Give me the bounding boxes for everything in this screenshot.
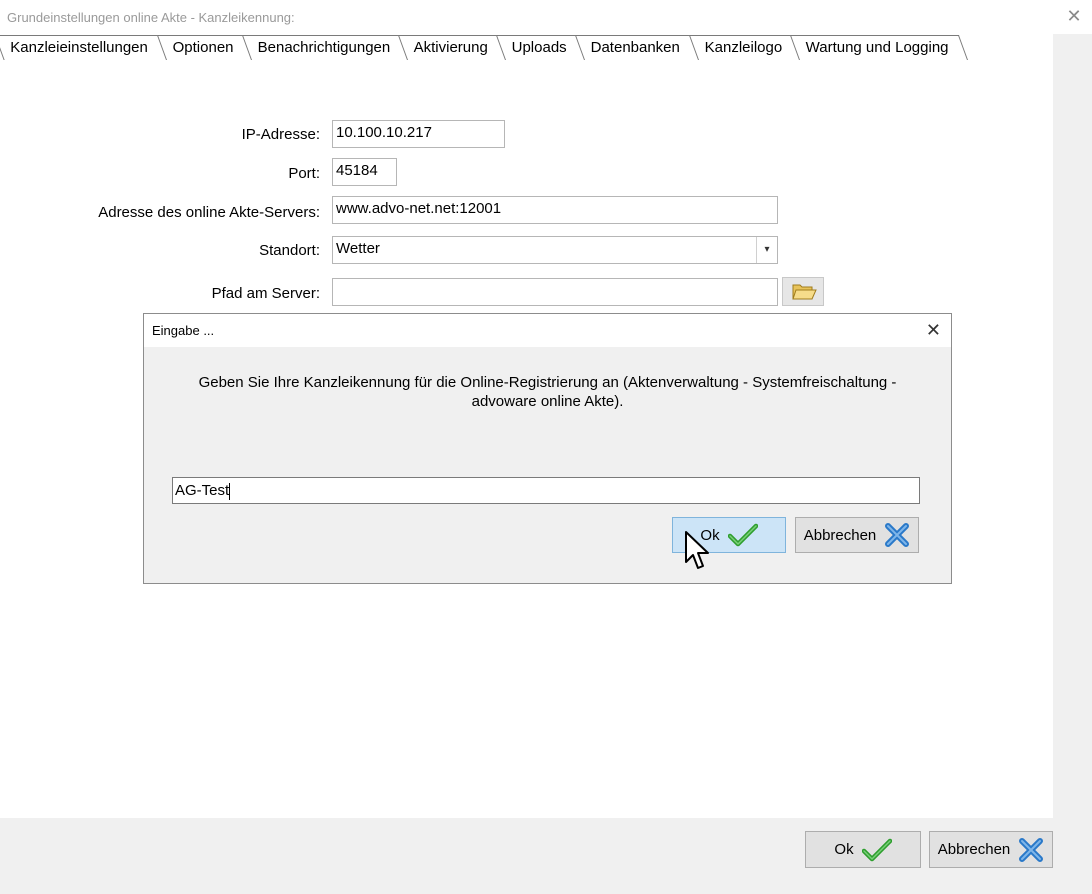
- tab-uploads[interactable]: Uploads: [496, 35, 586, 60]
- dialog-cancel-label: Abbrechen: [803, 526, 877, 544]
- window-close-button[interactable]: ✕: [1064, 6, 1084, 26]
- dialog-title: Eingabe ...: [152, 323, 215, 338]
- standort-label: Standort:: [259, 242, 320, 259]
- standort-select[interactable]: Wetter ▾: [332, 236, 778, 264]
- cancel-button[interactable]: Abbrechen: [929, 831, 1053, 868]
- check-icon: [861, 838, 892, 861]
- ok-button[interactable]: Ok: [805, 831, 921, 868]
- server-address-label: Adresse des online Akte-Servers:: [98, 204, 320, 221]
- tab-benachrichtigungen[interactable]: Benachrichtigungen: [241, 35, 409, 60]
- right-margin: [1053, 34, 1092, 818]
- input-dialog: Eingabe ... ✕ Geben Sie Ihre Kanzleikenn…: [143, 313, 952, 584]
- ip-label: IP-Adresse:: [241, 126, 320, 143]
- cancel-label: Abbrechen: [937, 841, 1011, 858]
- ok-label: Ok: [834, 841, 854, 858]
- port-label: Port:: [288, 165, 320, 182]
- folder-icon: [792, 284, 817, 300]
- chevron-down-icon[interactable]: ▾: [756, 237, 777, 263]
- cross-icon: [885, 523, 910, 547]
- window-title: Grundeinstellungen online Akte - Kanzlei…: [7, 10, 295, 25]
- ip-input[interactable]: 10.100.10.217: [332, 120, 505, 148]
- tab-optionen[interactable]: Optionen: [156, 35, 252, 60]
- tab-kanzleilogo[interactable]: Kanzleilogo: [688, 35, 801, 60]
- dialog-message: Geben Sie Ihre Kanzleikennung für die On…: [198, 374, 897, 410]
- kanzleikennung-value: AG-Test: [175, 482, 230, 499]
- tab-aktivierung[interactable]: Aktivierung: [398, 35, 507, 60]
- cross-icon: [1019, 837, 1044, 862]
- mouse-pointer-icon: [685, 531, 709, 569]
- dialog-cancel-button[interactable]: Abbrechen: [795, 517, 919, 553]
- pfad-input[interactable]: [332, 278, 778, 306]
- tab-strip: Kanzleieinstellungen Optionen Benachrich…: [0, 34, 1053, 61]
- port-input[interactable]: 45184: [332, 158, 397, 186]
- dialog-close-button[interactable]: ✕: [926, 320, 941, 340]
- text-caret: [229, 482, 231, 500]
- check-icon: [727, 523, 758, 547]
- title-bar: Grundeinstellungen online Akte - Kanzlei…: [0, 0, 1092, 34]
- standort-value: Wetter: [336, 240, 380, 257]
- kanzleikennung-input[interactable]: AG-Test: [172, 477, 920, 504]
- tab-wartung-und-logging[interactable]: Wartung und Logging: [790, 35, 969, 60]
- server-address-input[interactable]: www.advo-net.net:12001: [332, 196, 778, 224]
- browse-folder-button[interactable]: [782, 277, 824, 306]
- tab-datenbanken[interactable]: Datenbanken: [575, 35, 699, 60]
- tab-kanzleieinstellungen[interactable]: Kanzleieinstellungen: [0, 35, 167, 61]
- dialog-title-bar: Eingabe ... ✕: [144, 314, 951, 347]
- pfad-label: Pfad am Server:: [211, 285, 320, 302]
